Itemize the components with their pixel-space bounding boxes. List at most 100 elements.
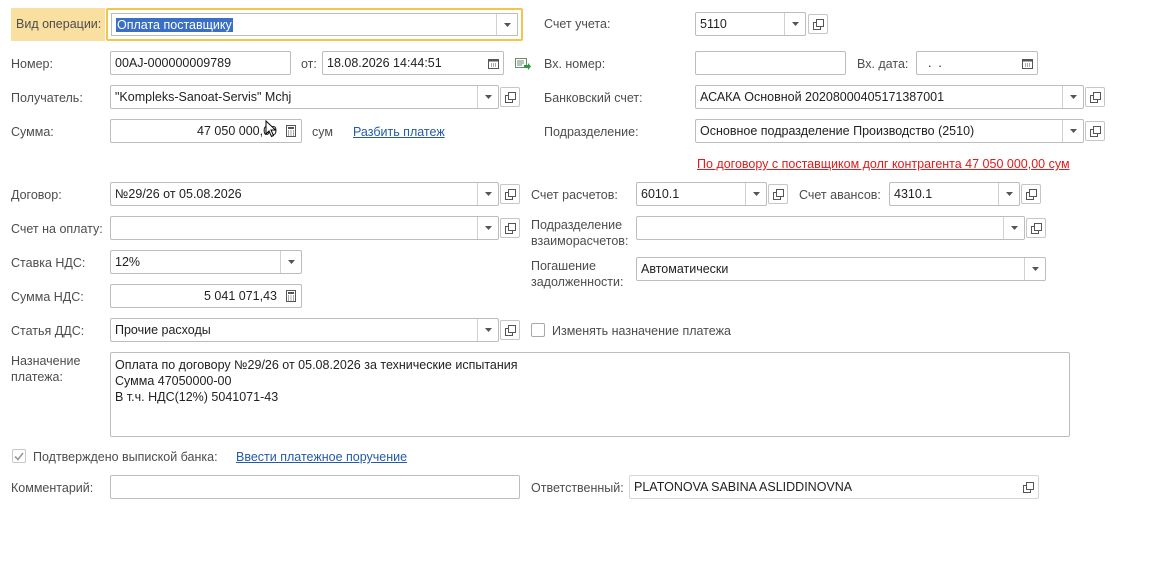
chevron-down-icon	[484, 192, 492, 196]
advance-account-open-button[interactable]	[1021, 184, 1041, 204]
debt-repayment-label: Погашение задолженности:	[531, 259, 624, 289]
settlement-division-open-button[interactable]	[1026, 218, 1046, 238]
chevron-down-icon	[1069, 95, 1077, 99]
advance-account-value: 4310.1	[894, 187, 933, 201]
calculator-button[interactable]	[281, 120, 301, 142]
vat-rate-label: Ставка НДС:	[11, 256, 86, 270]
invoice-open-button[interactable]	[500, 218, 520, 238]
settlement-division-value	[637, 217, 1003, 239]
chevron-down-icon	[484, 328, 492, 332]
chevron-down-icon	[791, 22, 799, 26]
open-icon	[504, 91, 516, 103]
account-label: Счет учета:	[544, 17, 611, 31]
chevron-down-icon	[1010, 226, 1018, 230]
account-value: 5110	[700, 17, 727, 31]
advance-account-label: Счет авансов:	[799, 188, 881, 202]
cash-flow-item-value: Прочие расходы	[115, 323, 211, 337]
incoming-calendar-button[interactable]	[1017, 52, 1037, 74]
open-icon	[504, 324, 516, 336]
responsible-label: Ответственный:	[531, 481, 624, 495]
invoice-dropdown-button[interactable]	[477, 217, 498, 239]
account-dropdown-button[interactable]	[784, 13, 805, 35]
settlement-account-dropdown-button[interactable]	[745, 183, 766, 205]
amount-label: Сумма:	[11, 125, 54, 139]
purpose-label: Назначение платежа:	[11, 354, 81, 384]
comment-field[interactable]	[110, 475, 520, 499]
responsible-field[interactable]: PLATONOVA SABINA ASLIDDINOVNA	[629, 475, 1039, 499]
open-icon	[504, 188, 516, 200]
number-field[interactable]: 00AJ-000000009789	[110, 51, 291, 75]
calculator-icon	[286, 290, 296, 302]
recipient-field[interactable]: "Kompleks-Sanoat-Servis" Mchj	[110, 85, 499, 109]
vat-amount-field[interactable]: 5 041 071,43	[110, 284, 302, 308]
chevron-down-icon	[503, 22, 511, 27]
date-value: 18.08.2026 14:44:51	[327, 56, 442, 70]
vat-calculator-button[interactable]	[281, 285, 301, 307]
checkmark-icon	[14, 452, 24, 461]
account-open-button[interactable]	[808, 14, 828, 34]
cash-flow-item-field[interactable]: Прочие расходы	[110, 318, 499, 342]
settlement-division-dropdown-button[interactable]	[1003, 217, 1024, 239]
bank-account-label: Банковский счет:	[544, 91, 643, 105]
advance-account-field[interactable]: 4310.1	[889, 182, 1020, 206]
post-document-icon[interactable]	[515, 57, 533, 71]
recipient-dropdown-button[interactable]	[477, 86, 498, 108]
settlement-division-field[interactable]	[636, 216, 1025, 240]
settlement-account-field[interactable]: 6010.1	[636, 182, 767, 206]
vat-rate-field[interactable]: 12%	[110, 250, 302, 274]
division-dropdown-button[interactable]	[1062, 120, 1083, 142]
settlement-division-label: Подразделение взаиморасчетов:	[531, 218, 629, 248]
bank-account-open-button[interactable]	[1085, 87, 1105, 107]
contract-field[interactable]: №29/26 от 05.08.2026	[110, 182, 499, 206]
vat-rate-value: 12%	[115, 255, 141, 269]
purpose-line: Сумма 47050000-00	[115, 374, 232, 388]
bank-account-dropdown-button[interactable]	[1062, 86, 1083, 108]
incoming-date-label: Вх. дата:	[857, 57, 909, 71]
division-field[interactable]: Основное подразделение Производство (251…	[695, 119, 1084, 143]
recipient-open-button[interactable]	[500, 87, 520, 107]
open-icon	[1030, 222, 1042, 234]
number-label: Номер:	[11, 57, 53, 71]
operation-dropdown-button[interactable]	[496, 14, 517, 35]
incoming-date-value: . .	[921, 56, 956, 70]
bank-account-value: АСАКА Основной 20208000405171387001	[700, 90, 945, 104]
division-value: Основное подразделение Производство (251…	[700, 124, 975, 138]
incoming-number-field[interactable]	[695, 51, 846, 75]
bank-confirmed-checkbox[interactable]	[12, 449, 26, 463]
cash-flow-item-open-button[interactable]	[500, 320, 520, 340]
responsible-open-button[interactable]	[1018, 476, 1038, 498]
bank-confirmed-label: Подтверждено выпиской банка:	[33, 450, 218, 464]
purpose-textarea[interactable]: Оплата по договору №29/26 от 05.08.2026 …	[110, 352, 1070, 437]
calendar-icon	[1021, 58, 1033, 69]
settlement-account-label: Счет расчетов:	[531, 188, 618, 202]
operation-value: Оплата поставщику	[116, 18, 233, 32]
change-purpose-checkbox[interactable]	[531, 323, 545, 337]
invoice-field[interactable]	[110, 216, 499, 240]
chevron-down-icon	[287, 260, 295, 264]
contract-open-button[interactable]	[500, 184, 520, 204]
date-field[interactable]: 18.08.2026 14:44:51	[322, 51, 504, 75]
cash-flow-item-dropdown-button[interactable]	[477, 319, 498, 341]
debt-warning-link[interactable]: По договору с поставщиком долг контраген…	[697, 156, 1070, 172]
open-icon	[1089, 125, 1101, 137]
invoice-label: Счет на оплату:	[11, 222, 103, 236]
advance-account-dropdown-button[interactable]	[998, 183, 1019, 205]
chevron-down-icon	[484, 95, 492, 99]
vat-rate-dropdown-button[interactable]	[280, 251, 301, 273]
cash-flow-item-label: Статья ДДС:	[11, 324, 85, 338]
settlement-account-open-button[interactable]	[768, 184, 788, 204]
split-payment-link[interactable]: Разбить платеж	[353, 124, 445, 140]
enter-payment-order-link[interactable]: Ввести платежное поручение	[236, 449, 407, 465]
debt-repayment-dropdown-button[interactable]	[1024, 258, 1045, 280]
operation-field[interactable]: Оплата поставщику	[106, 8, 523, 41]
account-field[interactable]: 5110	[695, 12, 806, 36]
open-icon	[1089, 91, 1101, 103]
calendar-button[interactable]	[483, 52, 503, 74]
operation-label: Вид операции:	[16, 17, 102, 31]
open-icon	[772, 188, 784, 200]
division-open-button[interactable]	[1085, 121, 1105, 141]
contract-dropdown-button[interactable]	[477, 183, 498, 205]
debt-repayment-field[interactable]: Автоматически	[636, 257, 1046, 281]
incoming-date-field[interactable]: . .	[916, 51, 1038, 75]
bank-account-field[interactable]: АСАКА Основной 20208000405171387001	[695, 85, 1084, 109]
